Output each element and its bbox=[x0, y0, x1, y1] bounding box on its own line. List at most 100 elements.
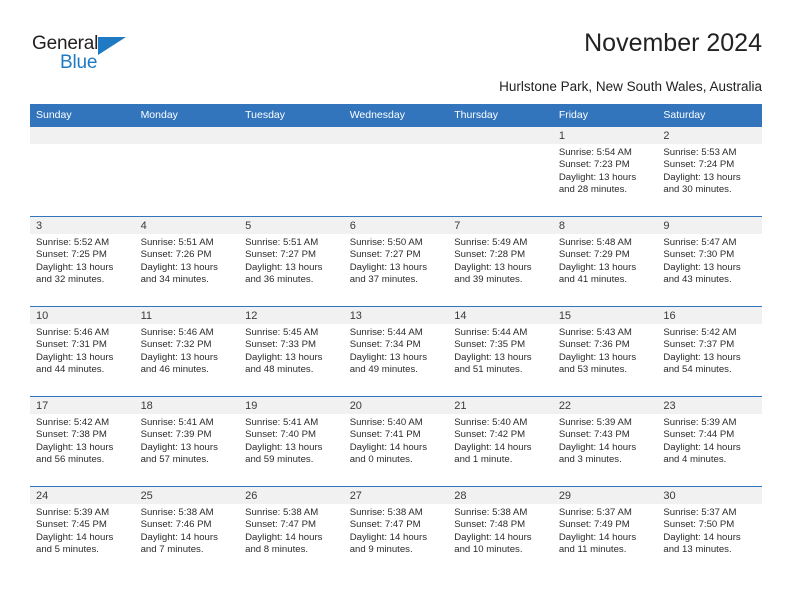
calendar-day-cell[interactable]: 9 Sunrise: 5:47 AM Sunset: 7:30 PM Daylight… bbox=[657, 216, 762, 307]
calendar-day-cell-empty bbox=[448, 126, 553, 217]
sunset-text: Sunset: 7:49 PM bbox=[558, 519, 630, 531]
calendar-day-cell[interactable]: 10 Sunrise: 5:46 AM Sunset: 7:31 PM Dayligh… bbox=[30, 306, 135, 397]
day-number: 21 bbox=[448, 397, 553, 414]
daylight-text: Daylight: 14 hours and 11 minutes. bbox=[558, 531, 637, 556]
sunset-text: Sunset: 7:32 PM bbox=[140, 339, 212, 351]
day-number: 7 bbox=[448, 217, 553, 234]
calendar-day-cell[interactable]: 26 Sunrise: 5:38 AM Sunset: 7:47 PM Dayligh… bbox=[239, 486, 344, 577]
day-number: 24 bbox=[30, 487, 135, 504]
sunset-text: Sunset: 7:30 PM bbox=[663, 249, 735, 261]
location-subtitle: Hurlstone Park, New South Wales, Austral… bbox=[499, 79, 762, 94]
calendar-day-cell[interactable]: 23 Sunrise: 5:39 AM Sunset: 7:44 PM Dayligh… bbox=[657, 396, 762, 487]
sunrise-text: Sunrise: 5:44 AM bbox=[349, 327, 423, 338]
daylight-text: Daylight: 14 hours and 10 minutes. bbox=[454, 531, 532, 556]
calendar-day-cell[interactable]: 28 Sunrise: 5:38 AM Sunset: 7:48 PM Dayligh… bbox=[448, 486, 553, 577]
calendar-day-cell[interactable]: 18 Sunrise: 5:41 AM Sunset: 7:39 PM Dayligh… bbox=[134, 396, 240, 487]
page-header: General Blue November 2024 Hurlstone Par… bbox=[30, 28, 762, 96]
calendar-page: General Blue November 2024 Hurlstone Par… bbox=[0, 0, 792, 612]
sunrise-text: Sunrise: 5:51 AM bbox=[245, 237, 319, 248]
daylight-text: Daylight: 13 hours and 56 minutes. bbox=[36, 441, 114, 466]
sunset-text: Sunset: 7:31 PM bbox=[36, 339, 107, 351]
calendar-day-cell[interactable]: 19 Sunrise: 5:41 AM Sunset: 7:40 PM Dayligh… bbox=[239, 396, 344, 487]
logo-triangle-icon bbox=[98, 37, 126, 55]
calendar-day-cell[interactable]: 5 Sunrise: 5:51 AM Sunset: 7:27 PM Daylight… bbox=[239, 216, 344, 307]
calendar-day-cell[interactable]: 12 Sunrise: 5:45 AM Sunset: 7:33 PM Dayligh… bbox=[239, 306, 344, 397]
day-sun-info: Sunrise: 5:40 AM Sunset: 7:41 PM Daylight:… bbox=[344, 414, 449, 467]
day-sun-info: Sunrise: 5:41 AM Sunset: 7:39 PM Daylight:… bbox=[135, 414, 240, 467]
day-number: 15 bbox=[552, 307, 658, 324]
day-number bbox=[448, 127, 553, 144]
daylight-text: Daylight: 14 hours and 1 minute. bbox=[454, 441, 532, 466]
sunset-text: Sunset: 7:27 PM bbox=[245, 249, 317, 261]
day-sun-info: Sunrise: 5:48 AM Sunset: 7:29 PM Daylight:… bbox=[553, 234, 658, 287]
sunrise-text: Sunrise: 5:43 AM bbox=[558, 327, 632, 338]
day-sun-info: Sunrise: 5:37 AM Sunset: 7:49 PM Daylight:… bbox=[553, 504, 658, 557]
calendar-day-cell[interactable]: 6 Sunrise: 5:50 AM Sunset: 7:27 PM Daylight… bbox=[343, 216, 449, 307]
day-number: 14 bbox=[448, 307, 553, 324]
sunset-text: Sunset: 7:42 PM bbox=[454, 429, 526, 441]
day-sun-info: Sunrise: 5:38 AM Sunset: 7:48 PM Daylight:… bbox=[448, 504, 553, 557]
calendar-day-cell[interactable]: 4 Sunrise: 5:51 AM Sunset: 7:26 PM Daylight… bbox=[134, 216, 240, 307]
weekday-header-tuesday: Tuesday bbox=[239, 104, 344, 127]
daylight-text: Daylight: 14 hours and 9 minutes. bbox=[349, 531, 428, 556]
daylight-text: Daylight: 14 hours and 5 minutes. bbox=[36, 531, 114, 556]
daylight-text: Daylight: 14 hours and 4 minutes. bbox=[663, 441, 741, 466]
day-number: 23 bbox=[657, 397, 762, 414]
sunset-text: Sunset: 7:40 PM bbox=[245, 429, 317, 441]
day-sun-info: Sunrise: 5:41 AM Sunset: 7:40 PM Daylight:… bbox=[239, 414, 344, 467]
day-number: 16 bbox=[657, 307, 762, 324]
sunset-text: Sunset: 7:39 PM bbox=[140, 429, 212, 441]
sunrise-text: Sunrise: 5:49 AM bbox=[454, 237, 528, 248]
day-sun-info: Sunrise: 5:47 AM Sunset: 7:30 PM Daylight:… bbox=[657, 234, 762, 287]
sunrise-text: Sunrise: 5:52 AM bbox=[36, 237, 110, 248]
sunrise-text: Sunrise: 5:39 AM bbox=[663, 417, 737, 428]
calendar-day-cell[interactable]: 24 Sunrise: 5:39 AM Sunset: 7:45 PM Dayligh… bbox=[30, 486, 135, 577]
calendar-day-cell[interactable]: 20 Sunrise: 5:40 AM Sunset: 7:41 PM Dayligh… bbox=[343, 396, 449, 487]
calendar-day-cell[interactable]: 14 Sunrise: 5:44 AM Sunset: 7:35 PM Dayligh… bbox=[448, 306, 553, 397]
sunset-text: Sunset: 7:46 PM bbox=[140, 519, 212, 531]
day-sun-info: Sunrise: 5:46 AM Sunset: 7:32 PM Daylight:… bbox=[135, 324, 240, 377]
calendar-day-cell[interactable]: 22 Sunrise: 5:39 AM Sunset: 7:43 PM Dayligh… bbox=[552, 396, 658, 487]
daylight-text: Daylight: 14 hours and 3 minutes. bbox=[558, 441, 637, 466]
calendar-day-cell[interactable]: 16 Sunrise: 5:42 AM Sunset: 7:37 PM Dayligh… bbox=[657, 306, 762, 397]
day-sun-info: Sunrise: 5:39 AM Sunset: 7:44 PM Daylight:… bbox=[657, 414, 762, 467]
sunrise-text: Sunrise: 5:37 AM bbox=[558, 507, 632, 518]
sunset-text: Sunset: 7:29 PM bbox=[558, 249, 630, 261]
calendar-day-cell[interactable]: 27 Sunrise: 5:38 AM Sunset: 7:47 PM Dayligh… bbox=[343, 486, 449, 577]
calendar-day-cell[interactable]: 25 Sunrise: 5:38 AM Sunset: 7:46 PM Dayligh… bbox=[134, 486, 240, 577]
daylight-text: Daylight: 13 hours and 30 minutes. bbox=[663, 171, 741, 196]
sunset-text: Sunset: 7:41 PM bbox=[349, 429, 421, 441]
calendar-day-cell[interactable]: 15 Sunrise: 5:43 AM Sunset: 7:36 PM Dayligh… bbox=[552, 306, 658, 397]
daylight-text: Daylight: 13 hours and 36 minutes. bbox=[245, 261, 323, 286]
calendar-day-cell[interactable]: 13 Sunrise: 5:44 AM Sunset: 7:34 PM Dayligh… bbox=[343, 306, 449, 397]
day-sun-info: Sunrise: 5:52 AM Sunset: 7:25 PM Daylight:… bbox=[30, 234, 135, 287]
sunrise-text: Sunrise: 5:41 AM bbox=[140, 417, 214, 428]
day-number bbox=[239, 127, 344, 144]
calendar-day-cell[interactable]: 11 Sunrise: 5:46 AM Sunset: 7:32 PM Dayligh… bbox=[134, 306, 240, 397]
sunrise-text: Sunrise: 5:42 AM bbox=[36, 417, 110, 428]
sunrise-text: Sunrise: 5:40 AM bbox=[454, 417, 528, 428]
weekday-header-friday: Friday bbox=[552, 104, 658, 127]
calendar-day-cell[interactable]: 7 Sunrise: 5:49 AM Sunset: 7:28 PM Daylight… bbox=[448, 216, 553, 307]
page-title: November 2024 bbox=[584, 29, 762, 57]
daylight-text: Daylight: 13 hours and 54 minutes. bbox=[663, 351, 741, 376]
day-number: 12 bbox=[239, 307, 344, 324]
day-sun-info: Sunrise: 5:40 AM Sunset: 7:42 PM Daylight:… bbox=[448, 414, 553, 467]
day-number: 5 bbox=[239, 217, 344, 234]
day-sun-info: Sunrise: 5:44 AM Sunset: 7:35 PM Daylight:… bbox=[448, 324, 553, 377]
calendar-day-cell[interactable]: 3 Sunrise: 5:52 AM Sunset: 7:25 PM Daylight… bbox=[30, 216, 135, 307]
calendar-day-cell[interactable]: 30 Sunrise: 5:37 AM Sunset: 7:50 PM Dayligh… bbox=[657, 486, 762, 577]
calendar-day-cell[interactable]: 21 Sunrise: 5:40 AM Sunset: 7:42 PM Dayligh… bbox=[448, 396, 553, 487]
calendar-day-cell[interactable]: 17 Sunrise: 5:42 AM Sunset: 7:38 PM Dayligh… bbox=[30, 396, 135, 487]
day-number: 25 bbox=[134, 487, 240, 504]
calendar-day-cell[interactable]: 29 Sunrise: 5:37 AM Sunset: 7:49 PM Dayligh… bbox=[552, 486, 658, 577]
day-sun-info: Sunrise: 5:37 AM Sunset: 7:50 PM Daylight:… bbox=[657, 504, 762, 557]
sunset-text: Sunset: 7:36 PM bbox=[558, 339, 630, 351]
day-sun-info: Sunrise: 5:44 AM Sunset: 7:34 PM Daylight:… bbox=[344, 324, 449, 377]
calendar-day-cell[interactable]: 8 Sunrise: 5:48 AM Sunset: 7:29 PM Daylight… bbox=[552, 216, 658, 307]
daylight-text: Daylight: 13 hours and 57 minutes. bbox=[140, 441, 218, 466]
weekday-header-monday: Monday bbox=[134, 104, 240, 127]
calendar-day-cell[interactable]: 2 Sunrise: 5:53 AM Sunset: 7:24 PM Daylight… bbox=[657, 126, 762, 217]
calendar-body: 1 Sunrise: 5:54 AM Sunset: 7:23 PM Daylight… bbox=[30, 126, 762, 577]
calendar-day-cell[interactable]: 1 Sunrise: 5:54 AM Sunset: 7:23 PM Daylight… bbox=[552, 126, 658, 217]
